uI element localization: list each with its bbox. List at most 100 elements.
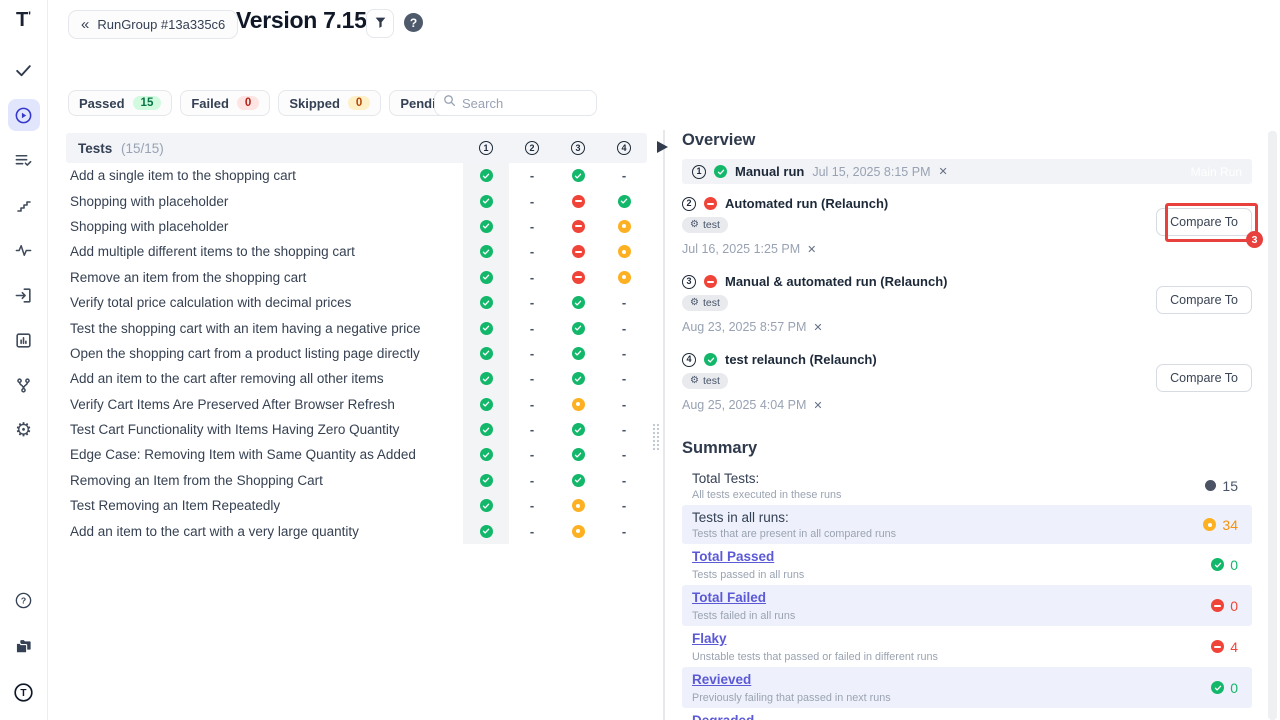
sidebar-item-check[interactable] bbox=[8, 54, 40, 86]
run-date: Aug 25, 2025 4:04 PM bbox=[682, 398, 806, 412]
sidebar-item-import[interactable] bbox=[8, 279, 40, 311]
rungroup-back-label: RunGroup #13a335c6 bbox=[97, 17, 225, 32]
filter-chip-passed[interactable]: Passed15 bbox=[68, 90, 172, 116]
sidebar-item-report[interactable] bbox=[8, 144, 40, 176]
summary-link[interactable]: Total Failed bbox=[692, 590, 766, 605]
run-tag[interactable]: ⚙test bbox=[682, 373, 728, 389]
vertical-scrollbar[interactable] bbox=[1268, 131, 1277, 720]
run-item-main[interactable]: 1Manual runJul 15, 2025 8:15 PM✕Main Run bbox=[682, 159, 1252, 184]
sidebar-item-settings[interactable]: ⚙ bbox=[8, 414, 40, 446]
summary-row: FlakyUnstable tests that passed or faile… bbox=[682, 626, 1252, 667]
status-passed-icon bbox=[572, 322, 585, 335]
status-failed-icon bbox=[1211, 599, 1224, 612]
table-row[interactable]: Test the shopping cart with an item havi… bbox=[66, 315, 647, 340]
list-check-icon bbox=[14, 151, 33, 170]
status-cell bbox=[463, 366, 509, 391]
status-failed-icon bbox=[704, 275, 717, 288]
status-passed-icon bbox=[480, 322, 493, 335]
search-input[interactable] bbox=[462, 96, 638, 111]
status-cell bbox=[463, 163, 509, 188]
filter-button[interactable] bbox=[366, 9, 394, 38]
run-number-badge: 3 bbox=[571, 141, 585, 155]
svg-text:?: ? bbox=[21, 595, 26, 605]
status-cell: - bbox=[509, 270, 555, 285]
summary-row: Total PassedTests passed in all runs0 bbox=[682, 544, 1252, 585]
pulse-icon bbox=[14, 241, 33, 260]
status-failed-icon bbox=[572, 271, 585, 284]
test-name: Add an item to the cart after removing a… bbox=[66, 371, 463, 386]
table-row[interactable]: Remove an item from the shopping cart- bbox=[66, 265, 647, 290]
sidebar-profile[interactable]: T bbox=[8, 676, 40, 708]
test-name: Shopping with placeholder bbox=[66, 219, 463, 234]
table-row[interactable]: Add an item to the cart after removing a… bbox=[66, 366, 647, 391]
table-row[interactable]: Shopping with placeholder- bbox=[66, 188, 647, 213]
table-row[interactable]: Shopping with placeholder- bbox=[66, 214, 647, 239]
summary-link[interactable]: Flaky bbox=[692, 631, 727, 646]
run-tag[interactable]: ⚙test bbox=[682, 217, 728, 233]
help-button[interactable]: ? bbox=[404, 13, 423, 32]
status-cell bbox=[463, 290, 509, 315]
table-row[interactable]: Verify total price calculation with deci… bbox=[66, 290, 647, 315]
filter-chip-failed[interactable]: Failed0 bbox=[180, 90, 270, 116]
table-row[interactable]: Edge Case: Removing Item with Same Quant… bbox=[66, 442, 647, 467]
summary-link[interactable]: Revieved bbox=[692, 672, 751, 687]
panel-drag-handle[interactable] bbox=[652, 423, 660, 451]
table-row[interactable]: Add multiple different items to the shop… bbox=[66, 239, 647, 264]
test-name: Removing an Item from the Shopping Cart bbox=[66, 473, 463, 488]
center-dot bbox=[622, 275, 626, 279]
status-failed-icon bbox=[1211, 640, 1224, 653]
status-cell bbox=[463, 392, 509, 417]
table-row[interactable]: Test Cart Functionality with Items Havin… bbox=[66, 417, 647, 442]
status-cell bbox=[555, 245, 601, 258]
sidebar-item-runs[interactable] bbox=[8, 99, 40, 131]
filter-chip-label: Passed bbox=[79, 96, 125, 111]
status-none: - bbox=[622, 295, 626, 310]
run-item[interactable]: 4test relaunch (Relaunch)⚙testAug 25, 20… bbox=[682, 352, 1252, 418]
filter-chip-skipped[interactable]: Skipped0 bbox=[278, 90, 381, 116]
panel-divider bbox=[663, 130, 665, 720]
search-box[interactable] bbox=[434, 90, 597, 116]
status-cell bbox=[555, 347, 601, 360]
summary-link[interactable]: Total Passed bbox=[692, 549, 774, 564]
rungroup-back-button[interactable]: « RunGroup #13a335c6 bbox=[68, 10, 238, 39]
table-row[interactable]: Verify Cart Items Are Preserved After Br… bbox=[66, 392, 647, 417]
compare-to-button[interactable]: Compare To bbox=[1156, 364, 1252, 392]
main-run-button[interactable]: Main Run bbox=[1191, 165, 1242, 179]
table-row[interactable]: Add an item to the cart with a very larg… bbox=[66, 518, 647, 543]
filter-chip-count: 0 bbox=[348, 96, 370, 110]
run-number-badge: 2 bbox=[682, 197, 696, 211]
summary-description: Previously failing that passed in next r… bbox=[692, 692, 891, 704]
run-item[interactable]: 3Manual & automated run (Relaunch)⚙testA… bbox=[682, 274, 1252, 340]
status-failed-icon bbox=[572, 220, 585, 233]
status-cell bbox=[555, 372, 601, 385]
status-cell: - bbox=[601, 295, 647, 310]
remove-run-icon[interactable]: ✕ bbox=[813, 399, 822, 412]
remove-run-icon[interactable]: ✕ bbox=[938, 165, 947, 178]
table-row[interactable]: Add a single item to the shopping cart-- bbox=[66, 163, 647, 188]
table-row[interactable]: Open the shopping cart from a product li… bbox=[66, 341, 647, 366]
status-cell: - bbox=[601, 498, 647, 513]
table-row[interactable]: Removing an Item from the Shopping Cart-… bbox=[66, 468, 647, 493]
summary-link[interactable]: Degraded bbox=[692, 713, 754, 720]
status-skipped-icon bbox=[1203, 518, 1216, 531]
sidebar-item-help[interactable]: ? bbox=[8, 584, 40, 616]
sidebar-item-branches[interactable] bbox=[8, 369, 40, 401]
minus-bar bbox=[575, 200, 582, 202]
summary-value: 0 bbox=[1211, 680, 1238, 696]
sidebar-item-analytics[interactable] bbox=[8, 324, 40, 356]
run-item[interactable]: 2Automated run (Relaunch)⚙testJul 16, 20… bbox=[682, 196, 1252, 262]
sidebar-item-steps[interactable] bbox=[8, 189, 40, 221]
minus-bar bbox=[707, 281, 714, 283]
sidebar-item-projects[interactable] bbox=[8, 630, 40, 662]
run-column-header: 2 bbox=[509, 141, 555, 155]
remove-run-icon[interactable]: ✕ bbox=[813, 321, 822, 334]
collapse-panel-arrow-icon[interactable] bbox=[657, 141, 668, 153]
summary-description: Tests failed in all runs bbox=[692, 610, 795, 622]
table-row[interactable]: Test Removing an Item Repeatedly-- bbox=[66, 493, 647, 518]
compare-to-button[interactable]: Compare To bbox=[1156, 286, 1252, 314]
remove-run-icon[interactable]: ✕ bbox=[807, 243, 816, 256]
compare-to-button[interactable]: Compare To bbox=[1156, 208, 1252, 236]
status-skipped-icon bbox=[572, 525, 585, 538]
run-tag[interactable]: ⚙test bbox=[682, 295, 728, 311]
sidebar-item-pulse[interactable] bbox=[8, 234, 40, 266]
